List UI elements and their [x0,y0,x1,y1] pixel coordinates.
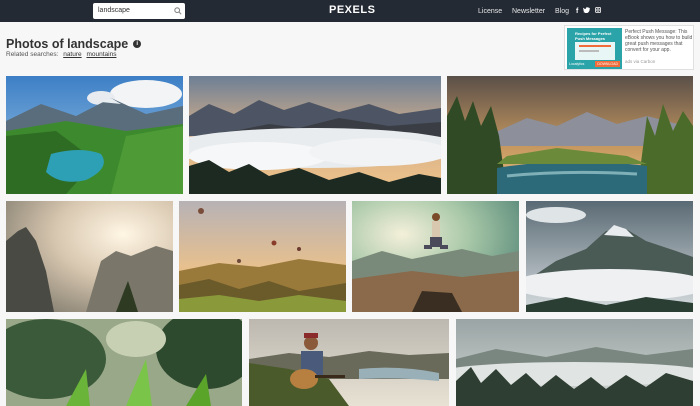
man-jumping-photo [352,201,519,312]
photo-foggy-forest[interactable] [456,319,693,406]
search-value[interactable]: landscape [93,3,171,19]
related-link-mountains[interactable]: mountains [86,51,116,58]
related-link-nature[interactable]: nature [63,51,81,58]
mountain-fog-sunrise-photo [189,76,441,194]
photo-misty-mountain[interactable] [526,201,693,312]
related-searches: Related searches: nature mountains [6,51,116,58]
search-icon[interactable] [171,3,185,19]
nav-blog-link[interactable]: Blog [555,0,569,22]
ad-image-button: DOWNLOAD [595,61,620,67]
lake-mountain-valley-photo [6,76,183,194]
photo-guitar-player[interactable] [249,319,449,406]
photo-hot-air-balloons[interactable] [179,201,346,312]
social-links: f [576,0,602,22]
carbon-ad[interactable]: Recipes for Perfect Push Messages Localy… [564,25,694,70]
related-label: Related searches: [6,51,59,58]
ad-text[interactable]: Perfect Push Message: This eBook shows y… [625,29,693,53]
foggy-forest-photo [456,319,693,406]
photo-cliff-sunlight[interactable] [6,201,173,312]
photo-river-forest-mountains[interactable] [447,76,693,194]
title-row: Photos of landscape i [6,37,142,51]
river-forest-mountains-photo [447,76,693,194]
twitter-icon[interactable] [583,7,591,15]
instagram-icon[interactable] [595,7,602,15]
search-input[interactable]: landscape [93,3,185,19]
photo-lake-mountain-valley[interactable] [6,76,183,194]
photo-mountain-fog-sunrise[interactable] [189,76,441,194]
top-navigation-bar: landscape PEXELS License Newsletter Blog… [0,0,700,22]
ad-image[interactable]: Recipes for Perfect Push Messages Localy… [567,28,622,69]
misty-mountain-photo [526,201,693,312]
ad-image-headline: Recipes for Perfect Push Messages [575,31,612,41]
hot-air-balloons-photo [179,201,346,312]
photo-grass-closeup[interactable] [6,319,242,406]
pexels-logo[interactable]: PEXELS [329,4,375,16]
facebook-icon[interactable]: f [576,8,578,15]
cliff-sunlight-photo [6,201,173,312]
ad-image-brand: Localytics [569,62,585,66]
info-icon[interactable]: i [133,40,142,48]
guitar-player-photo [249,319,449,406]
grass-closeup-photo [6,319,242,406]
page-title: Photos of landscape [6,37,129,51]
ad-via-carbon-link[interactable]: ads via Carbon [625,59,655,64]
photo-man-jumping[interactable] [352,201,519,312]
nav-newsletter-link[interactable]: Newsletter [512,0,545,22]
ad-image-card [575,42,615,60]
nav-license-link[interactable]: License [478,0,502,22]
